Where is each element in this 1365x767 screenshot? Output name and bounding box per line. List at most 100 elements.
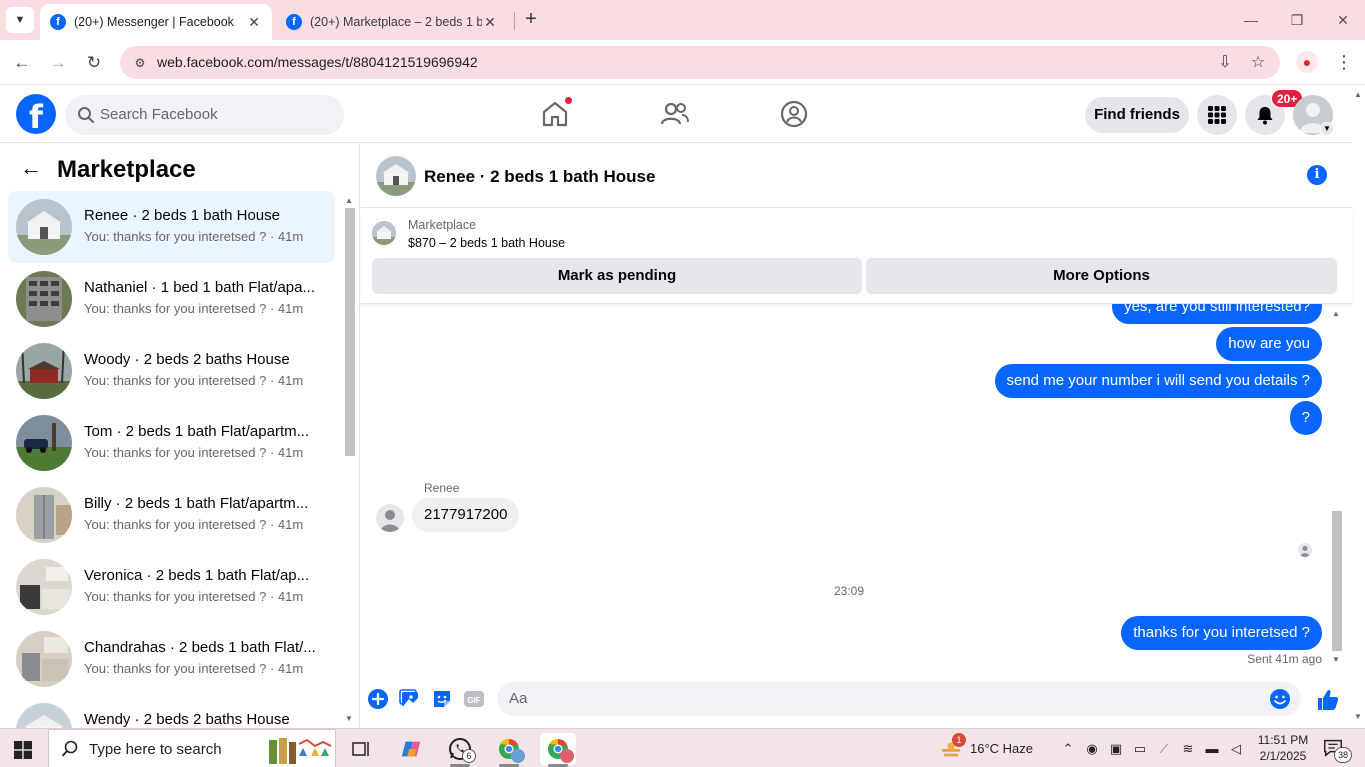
conversation-item[interactable]: Chandrahas · 2 beds 1 bath Flat/... You:… xyxy=(8,623,335,695)
outgoing-message[interactable]: yes, are you still interested? xyxy=(1112,304,1322,324)
message-input[interactable]: Aa xyxy=(497,682,1301,716)
conversation-preview: You: thanks for you interetsed ? · 41m xyxy=(84,589,304,604)
close-tab-icon[interactable]: ✕ xyxy=(246,14,262,31)
conversation-item[interactable]: Wendy · 2 beds 2 baths House xyxy=(8,695,335,728)
conversation-item[interactable]: Tom · 2 beds 1 bath Flat/apartm... You: … xyxy=(8,407,335,479)
task-view-icon[interactable] xyxy=(343,733,379,765)
scroll-down-icon[interactable]: ▼ xyxy=(1332,655,1340,664)
find-friends-button[interactable]: Find friends xyxy=(1085,97,1189,133)
outgoing-message[interactable]: thanks for you interetsed ? xyxy=(1121,616,1322,650)
scroll-up-icon[interactable]: ▲ xyxy=(345,196,353,205)
thumbs-up-icon[interactable] xyxy=(1316,688,1340,712)
chat-header: Renee · 2 beds 1 bath House i xyxy=(361,144,1352,208)
minimize-button[interactable]: — xyxy=(1236,8,1266,32)
info-icon[interactable]: i xyxy=(1307,165,1327,185)
conversation-item[interactable]: Veronica · 2 beds 1 bath Flat/ap... You:… xyxy=(8,551,335,623)
tab-title: (20+) Messenger | Facebook xyxy=(74,15,234,29)
scroll-down-icon[interactable]: ▼ xyxy=(345,714,353,723)
site-settings-icon[interactable]: ⚙ xyxy=(130,53,150,73)
tab-divider xyxy=(514,12,515,30)
sticker-icon[interactable] xyxy=(431,688,453,710)
outgoing-message[interactable]: send me your number i will send you deta… xyxy=(994,364,1322,398)
facebook-logo-icon[interactable]: f xyxy=(16,94,56,134)
outgoing-message[interactable]: how are you xyxy=(1216,327,1322,361)
tab-marketplace[interactable]: f (20+) Marketplace – 2 beds 1 b ✕ xyxy=(276,4,508,40)
incoming-message[interactable]: 2177917200 xyxy=(412,498,520,532)
weather-icon[interactable]: 1 xyxy=(936,733,966,765)
chat-title[interactable]: Renee · 2 beds 1 bath House xyxy=(424,167,655,187)
conversation-item[interactable]: Billy · 2 beds 1 bath Flat/apartm... You… xyxy=(8,479,335,551)
gif-icon[interactable]: GIF xyxy=(463,688,485,710)
volume-muted-icon[interactable]: ◁ xyxy=(1228,741,1244,757)
omnibox[interactable]: ⚙ web.facebook.com/messages/t/8804121519… xyxy=(120,46,1280,79)
outgoing-message[interactable]: ? xyxy=(1289,401,1322,435)
display-icon[interactable]: ▣ xyxy=(1108,741,1124,757)
install-app-icon[interactable]: ⇩ xyxy=(1214,52,1236,74)
listing-price[interactable]: $870 – 2 beds 1 bath House xyxy=(408,236,565,250)
kebab-menu-icon[interactable]: ⋮ xyxy=(1334,51,1354,75)
restore-button[interactable]: ❐ xyxy=(1282,8,1312,32)
forward-arrow-icon[interactable]: → xyxy=(46,51,70,75)
chevron-up-icon[interactable]: ⌃ xyxy=(1060,741,1076,757)
seen-indicator-avatar xyxy=(1298,543,1312,557)
notification-center-button[interactable]: 38 xyxy=(1322,737,1352,763)
message-composer: GIF Aa xyxy=(361,674,1352,728)
conversation-item[interactable]: Nathaniel · 1 bed 1 bath Flat/apa... You… xyxy=(8,263,335,335)
groups-icon[interactable] xyxy=(778,98,810,130)
copilot-icon[interactable] xyxy=(393,733,429,765)
listing-thumbnail[interactable] xyxy=(372,221,396,245)
back-arrow-icon[interactable]: ← xyxy=(10,51,34,75)
plus-circle-icon[interactable] xyxy=(367,688,389,710)
sidebar-scrollbar[interactable]: ▲ ▼ xyxy=(343,194,357,728)
mark-as-pending-button[interactable]: Mark as pending xyxy=(372,258,862,294)
profile-icon[interactable]: ● xyxy=(1296,51,1318,73)
conversation-name: Chandrahas · 2 beds 1 bath Flat/... xyxy=(84,639,316,656)
record-icon[interactable]: ◉ xyxy=(1084,741,1100,757)
more-options-button[interactable]: More Options xyxy=(866,258,1337,294)
chrome-active-icon[interactable] xyxy=(540,733,576,767)
conversation-item[interactable]: Woody · 2 beds 2 baths House You: thanks… xyxy=(8,335,335,407)
wifi-icon[interactable]: ≋ xyxy=(1180,741,1196,757)
scroll-up-icon[interactable]: ▲ xyxy=(1332,309,1340,318)
reload-icon[interactable]: ↻ xyxy=(82,51,106,75)
windows-start-icon[interactable] xyxy=(14,741,32,759)
sender-avatar[interactable] xyxy=(376,504,404,532)
conversation-item[interactable]: Renee · 2 beds 1 bath House You: thanks … xyxy=(8,191,335,263)
scrollbar-thumb[interactable] xyxy=(1332,511,1342,651)
message-timestamp: 23:09 xyxy=(833,584,865,598)
emoji-icon[interactable] xyxy=(1269,688,1291,710)
conversation-preview: You: thanks for you interetsed ? · 41m xyxy=(84,229,304,244)
listing-thumbnail xyxy=(16,487,72,543)
menu-grid-button[interactable] xyxy=(1197,95,1237,135)
conversation-name: Billy · 2 beds 1 bath Flat/apartm... xyxy=(84,495,309,512)
meet-now-icon[interactable]: ▭ xyxy=(1132,741,1148,757)
friends-icon[interactable] xyxy=(659,98,691,130)
close-tab-icon[interactable]: ✕ xyxy=(482,14,498,31)
page-scrollbar[interactable]: ▲ ▼ xyxy=(1352,86,1365,728)
new-tab-button[interactable]: + xyxy=(520,8,542,32)
whatsapp-icon[interactable]: 6 xyxy=(442,733,478,767)
taskbar-search-box[interactable]: Type here to search xyxy=(48,729,336,767)
scroll-up-icon[interactable]: ▲ xyxy=(1354,90,1362,99)
battery-icon[interactable]: ▬ xyxy=(1204,741,1220,757)
home-icon[interactable] xyxy=(539,96,573,130)
facebook-search-input[interactable]: Search Facebook xyxy=(65,95,344,135)
close-window-button[interactable]: ✕ xyxy=(1328,8,1358,32)
pen-icon[interactable]: ⟋ xyxy=(1156,741,1172,757)
chat-scrollbar[interactable]: ▲ ▼ xyxy=(1330,307,1344,669)
scroll-down-icon[interactable]: ▼ xyxy=(1354,712,1362,721)
back-arrow-icon[interactable]: ← xyxy=(20,157,42,180)
scrollbar-thumb[interactable] xyxy=(345,208,355,456)
system-clock[interactable]: 11:51 PM 2/1/2025 xyxy=(1254,732,1312,764)
url-text[interactable]: web.facebook.com/messages/t/880412151969… xyxy=(157,54,478,70)
weather-text[interactable]: 16°C Haze xyxy=(970,741,1033,756)
photo-icon[interactable] xyxy=(399,688,421,710)
chrome-profile-icon[interactable] xyxy=(491,733,527,767)
chat-avatar[interactable] xyxy=(376,156,416,196)
bookmark-star-icon[interactable]: ☆ xyxy=(1247,52,1269,74)
chevron-down-icon[interactable]: ▼ xyxy=(1320,122,1334,136)
tab-messenger[interactable]: f (20+) Messenger | Facebook ✕ xyxy=(40,4,272,40)
conversation-name: Wendy · 2 beds 2 baths House xyxy=(84,711,290,728)
tab-search-button[interactable]: ▼ xyxy=(6,7,34,33)
conversation-name: Renee · 2 beds 1 bath House xyxy=(84,207,280,224)
